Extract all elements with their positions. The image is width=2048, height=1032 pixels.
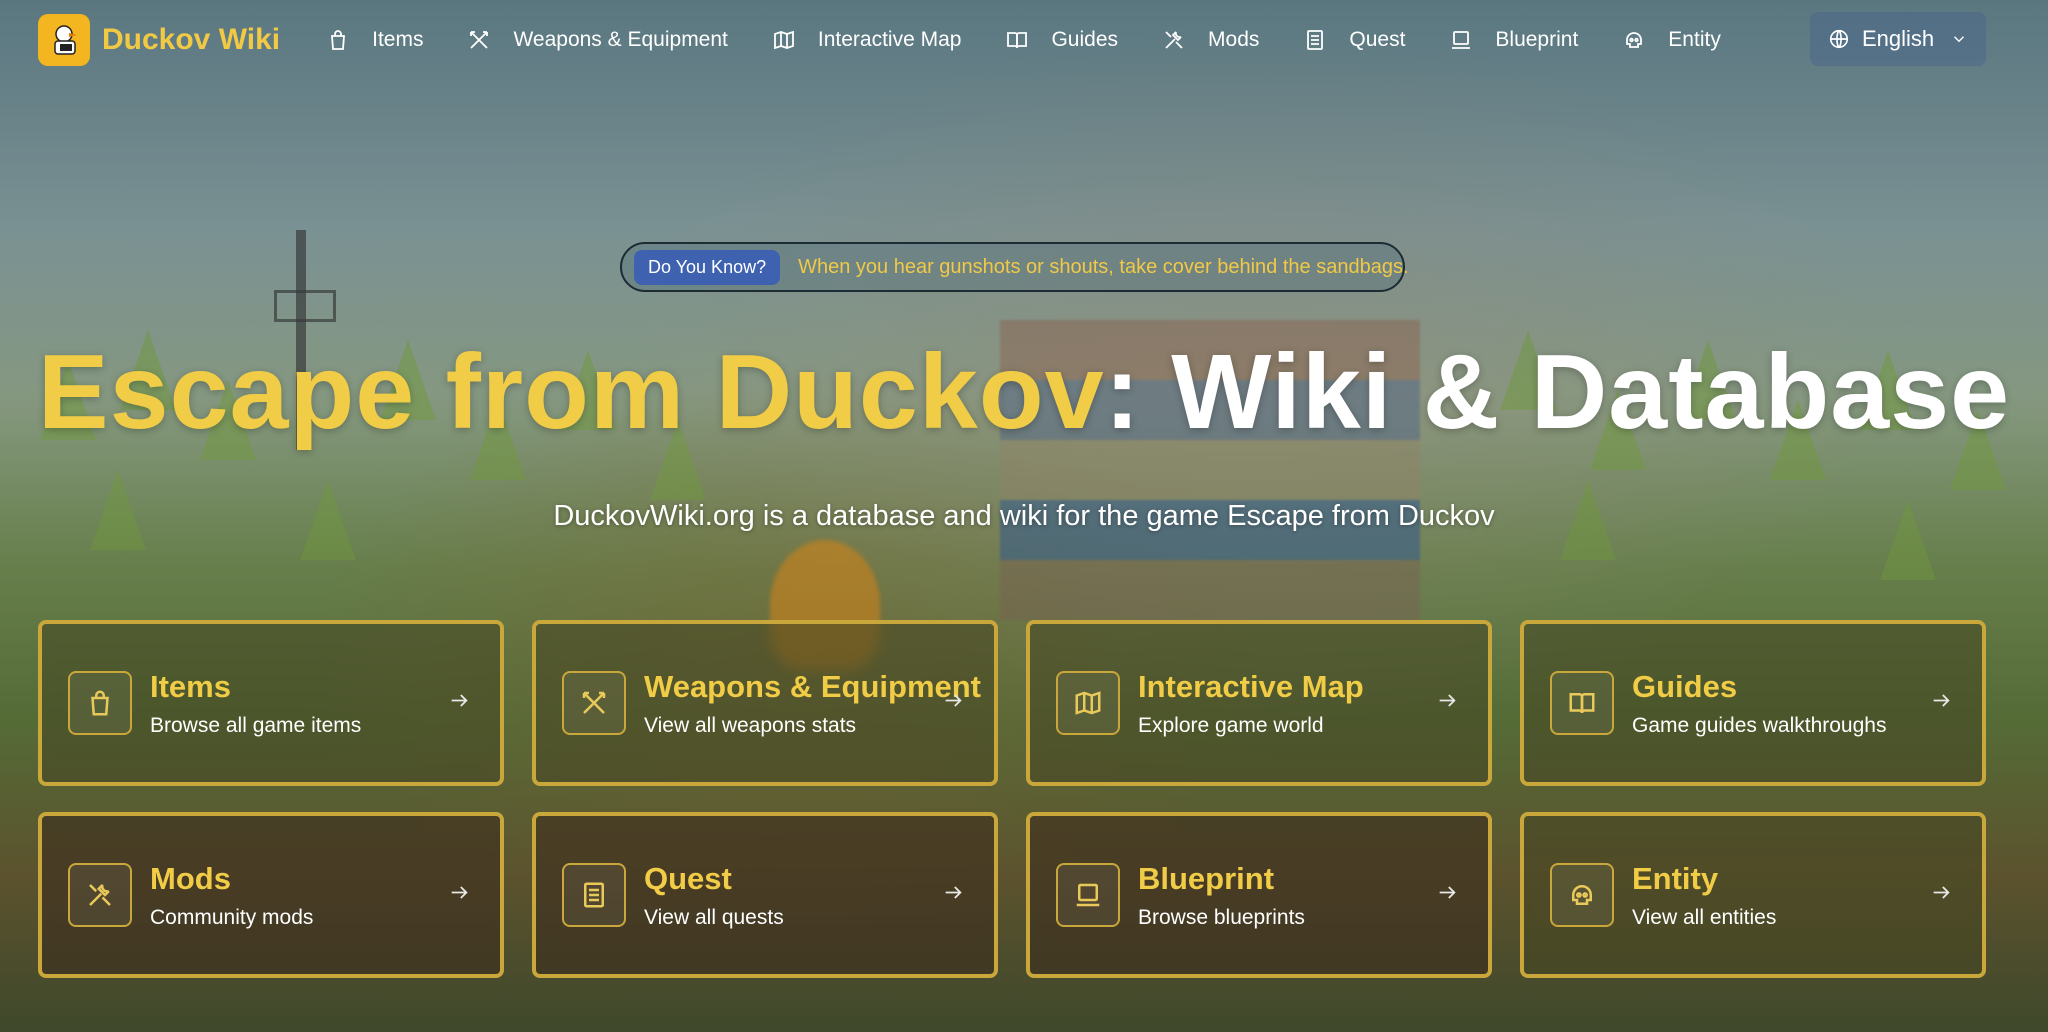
card-description: Browse blueprints: [1138, 905, 1305, 929]
tip-badge: Do You Know?: [634, 249, 781, 285]
tools-icon: [68, 863, 132, 927]
nav-item-label: Items: [372, 28, 424, 51]
page-subtitle: DuckovWiki.org is a database and wiki fo…: [553, 500, 1495, 532]
card-items[interactable]: Items Browse all game items: [38, 620, 504, 786]
nav-links: Items Weapons & Equipment Interactive Ma…: [326, 28, 1721, 52]
card-description: Browse all game items: [150, 713, 362, 737]
card-description: View all entities: [1632, 905, 1777, 929]
card-description: View all weapons stats: [644, 713, 857, 737]
nav-item-label: Weapons & Equipment: [513, 28, 728, 51]
card-weapons-equipment[interactable]: Weapons & Equipment View all weapons sta…: [532, 620, 998, 786]
shopping-bag-icon: [331, 30, 346, 50]
language-label: English: [1862, 26, 1935, 51]
skull-icon: [1626, 32, 1643, 48]
skull-icon: [1550, 863, 1614, 927]
card-mods[interactable]: Mods Community mods: [38, 812, 504, 978]
nav-item-label: Entity: [1668, 28, 1721, 51]
document-list-icon: [562, 863, 626, 927]
crossed-swords-icon: [562, 671, 626, 735]
nav-item-entity[interactable]: Entity: [1622, 28, 1721, 52]
language-selector[interactable]: English: [1810, 12, 1986, 66]
nav-item-weapons-equipment[interactable]: Weapons & Equipment: [467, 28, 728, 52]
tools-icon: [1165, 31, 1183, 49]
arrow-right-icon: [942, 882, 964, 909]
arrow-right-icon: [1436, 882, 1458, 909]
brand-name: Duckov Wiki: [102, 23, 281, 56]
arrow-right-icon: [1930, 882, 1952, 909]
category-cards-grid: Items Browse all game items Weapons & Eq…: [38, 620, 1986, 978]
shopping-bag-icon: [68, 671, 132, 735]
card-interactive-map[interactable]: Interactive Map Explore game world: [1026, 620, 1492, 786]
laptop-icon: [1056, 863, 1120, 927]
nav-item-label: Quest: [1349, 28, 1406, 51]
arrow-right-icon: [1930, 690, 1952, 717]
tip-text: When you hear gunshots or shouts, take c…: [798, 255, 1409, 278]
card-title: Blueprint: [1138, 861, 1275, 897]
did-you-know-tip: Do You Know? When you hear gunshots or s…: [620, 242, 1409, 292]
duck-logo-icon: [38, 14, 90, 66]
card-guides[interactable]: Guides Game guides walkthroughs: [1520, 620, 1986, 786]
nav-item-label: Interactive Map: [817, 28, 962, 51]
card-blueprint[interactable]: Blueprint Browse blueprints: [1026, 812, 1492, 978]
card-description: View all quests: [644, 905, 784, 929]
card-quest[interactable]: Quest View all quests: [532, 812, 998, 978]
page-title: Escape from Duckov: Wiki & Database: [0, 332, 2048, 453]
card-title: Guides: [1632, 669, 1738, 705]
map-icon: [773, 30, 794, 50]
nav-item-label: Guides: [1051, 28, 1119, 51]
card-title: Items: [150, 669, 231, 705]
nav-item-label: Blueprint: [1495, 28, 1579, 51]
chevron-down-icon: [1954, 36, 1964, 43]
card-title: Quest: [644, 861, 732, 897]
top-navbar: Duckov Wiki Items Weapons & Equipment In…: [0, 0, 2048, 80]
globe-icon: [1829, 29, 1849, 49]
crossed-swords-icon: [470, 31, 489, 49]
arrow-right-icon: [448, 882, 470, 909]
card-title: Weapons & Equipment: [644, 669, 982, 705]
nav-item-mods[interactable]: Mods: [1162, 28, 1259, 52]
arrow-right-icon: [942, 690, 964, 717]
book-open-icon: [1550, 671, 1614, 735]
brand-home-link[interactable]: Duckov Wiki: [38, 14, 280, 66]
card-title: Mods: [150, 861, 231, 897]
nav-item-label: Mods: [1208, 28, 1260, 51]
arrow-right-icon: [1436, 690, 1458, 717]
laptop-icon: [1452, 31, 1471, 49]
nav-item-quest[interactable]: Quest: [1303, 28, 1405, 52]
card-entity[interactable]: Entity View all entities: [1520, 812, 1986, 978]
card-description: Game guides walkthroughs: [1632, 713, 1887, 737]
document-list-icon: [1307, 30, 1324, 50]
book-open-icon: [1007, 32, 1028, 49]
card-title: Interactive Map: [1138, 669, 1364, 705]
nav-item-blueprint[interactable]: Blueprint: [1449, 28, 1578, 52]
card-description: Explore game world: [1138, 713, 1324, 737]
nav-item-guides[interactable]: Guides: [1005, 28, 1118, 52]
map-icon: [1056, 671, 1120, 735]
card-title: Entity: [1632, 861, 1719, 897]
page-title-rest: : Wiki & Database: [1104, 333, 2011, 451]
card-description: Community mods: [150, 905, 314, 929]
arrow-right-icon: [448, 690, 470, 717]
page-title-accent: Escape from Duckov: [37, 333, 1105, 451]
nav-item-interactive-map[interactable]: Interactive Map: [772, 28, 962, 52]
nav-item-items[interactable]: Items: [326, 28, 423, 52]
